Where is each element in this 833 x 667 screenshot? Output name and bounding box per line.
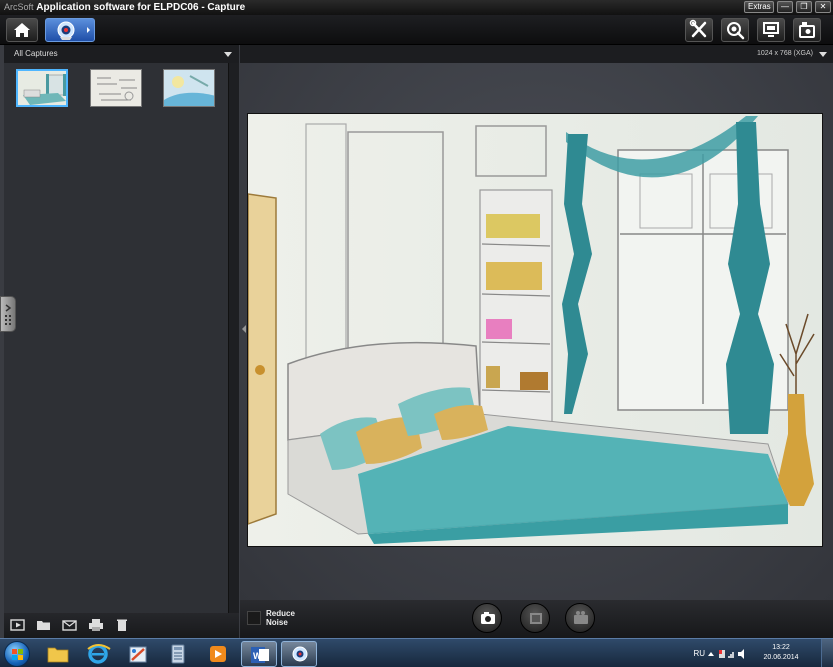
capture-controls-bar: Reduce Noise bbox=[240, 600, 833, 638]
taskbar-word[interactable]: W bbox=[241, 641, 277, 667]
capture-mode-button[interactable] bbox=[45, 18, 95, 42]
chevron-down-icon bbox=[819, 52, 827, 57]
minimize-button[interactable]: — bbox=[777, 1, 793, 13]
taskbar-media-player[interactable] bbox=[200, 641, 236, 667]
settings-tools-button[interactable] bbox=[685, 18, 713, 42]
thumbnail-list bbox=[4, 63, 228, 613]
captures-panel: All Captures bbox=[4, 45, 239, 638]
film-stack-icon bbox=[530, 613, 542, 624]
thumbnail-capture-3[interactable] bbox=[163, 69, 215, 107]
captures-filter-dropdown[interactable]: All Captures bbox=[4, 45, 239, 63]
webcam-icon bbox=[57, 21, 90, 40]
side-panel-handle[interactable] bbox=[0, 296, 16, 332]
record-video-button[interactable] bbox=[565, 603, 595, 633]
email-icon[interactable] bbox=[62, 618, 78, 632]
maximize-button[interactable]: ❐ bbox=[796, 1, 812, 13]
blue-drawing-thumbnail bbox=[164, 70, 214, 106]
window-title: Application software for ELPDC06 - Captu… bbox=[36, 2, 246, 13]
reduce-noise-label-line2: Noise bbox=[266, 618, 288, 627]
title-bar: ArcSoft Application software for ELPDC06… bbox=[0, 0, 833, 15]
camera-settings-button[interactable] bbox=[793, 18, 821, 42]
extras-button[interactable]: Extras bbox=[744, 1, 774, 13]
taskbar-paint[interactable] bbox=[120, 641, 156, 667]
show-desktop-button[interactable] bbox=[821, 639, 833, 667]
calculator-icon bbox=[171, 644, 185, 664]
input-language-indicator[interactable]: RU bbox=[693, 649, 705, 658]
window-controls: Extras — ❐ ✕ bbox=[744, 1, 831, 13]
tools-icon bbox=[689, 19, 707, 38]
media-player-icon bbox=[210, 646, 226, 662]
thumbnail-scrollbar[interactable] bbox=[228, 63, 239, 613]
windows-taskbar: W RU 13:22 20.06.2014 bbox=[0, 638, 833, 667]
app-window: ArcSoft Application software for ELPDC06… bbox=[0, 0, 833, 667]
resolution-dropdown[interactable]: 1024 x 768 (XGA) bbox=[240, 45, 833, 63]
zoom-button[interactable] bbox=[721, 18, 749, 42]
display-button[interactable] bbox=[757, 18, 785, 42]
main-toolbar bbox=[0, 15, 833, 45]
brand-label: ArcSoft bbox=[4, 2, 34, 12]
chevron-down-icon bbox=[224, 52, 232, 57]
reduce-noise-label: Reduce Noise bbox=[266, 609, 306, 627]
svg-text:W: W bbox=[253, 651, 262, 661]
reduce-noise-label-line1: Reduce bbox=[266, 609, 295, 618]
slideshow-icon[interactable] bbox=[10, 618, 26, 632]
reduce-noise-checkbox[interactable] bbox=[247, 611, 261, 625]
clock-time: 13:22 bbox=[772, 644, 790, 651]
taskbar-arcsoft-capture[interactable] bbox=[281, 641, 317, 667]
home-button[interactable] bbox=[6, 18, 38, 42]
taskbar-explorer[interactable] bbox=[40, 641, 76, 667]
taskbar-calculator[interactable] bbox=[160, 641, 196, 667]
home-icon bbox=[14, 23, 30, 37]
word-icon: W bbox=[251, 647, 269, 663]
paint-icon bbox=[129, 646, 147, 663]
monitor-icon bbox=[763, 22, 779, 37]
capture-photo-button[interactable] bbox=[472, 603, 502, 633]
windows-logo-icon bbox=[12, 649, 23, 660]
document-thumbnail bbox=[91, 70, 141, 106]
camera-icon bbox=[799, 22, 815, 38]
clock-date: 20.06.2014 bbox=[763, 654, 799, 661]
collapse-panel-arrow-icon[interactable] bbox=[242, 325, 246, 333]
print-icon[interactable] bbox=[88, 618, 104, 632]
resolution-label: 1024 x 768 (XGA) bbox=[756, 50, 813, 57]
camera-icon bbox=[481, 612, 495, 624]
trash-icon[interactable] bbox=[114, 618, 130, 632]
close-button[interactable]: ✕ bbox=[815, 1, 831, 13]
magnifier-icon bbox=[727, 22, 745, 40]
capture-sequence-button[interactable] bbox=[520, 603, 550, 633]
thumbnail-capture-1[interactable] bbox=[16, 69, 68, 107]
tray-icons[interactable] bbox=[707, 648, 747, 660]
start-button[interactable] bbox=[4, 641, 30, 667]
system-clock[interactable]: 13:22 20.06.2014 bbox=[751, 643, 811, 663]
webcam-icon bbox=[292, 646, 308, 662]
open-folder-icon[interactable] bbox=[36, 618, 52, 632]
preview-area bbox=[240, 63, 833, 600]
captures-filter-label: All Captures bbox=[14, 49, 58, 58]
captures-actions-bar bbox=[4, 613, 239, 638]
internet-explorer-icon bbox=[87, 644, 111, 664]
live-preview bbox=[247, 113, 823, 547]
room-drawing-image bbox=[248, 114, 822, 546]
thumbnail-capture-2[interactable] bbox=[90, 69, 142, 107]
taskbar-internet-explorer[interactable] bbox=[80, 641, 116, 667]
grip-icon bbox=[5, 304, 12, 325]
video-camera-icon bbox=[574, 611, 588, 624]
folder-icon bbox=[47, 647, 69, 663]
room-sketch-thumbnail bbox=[18, 71, 66, 105]
